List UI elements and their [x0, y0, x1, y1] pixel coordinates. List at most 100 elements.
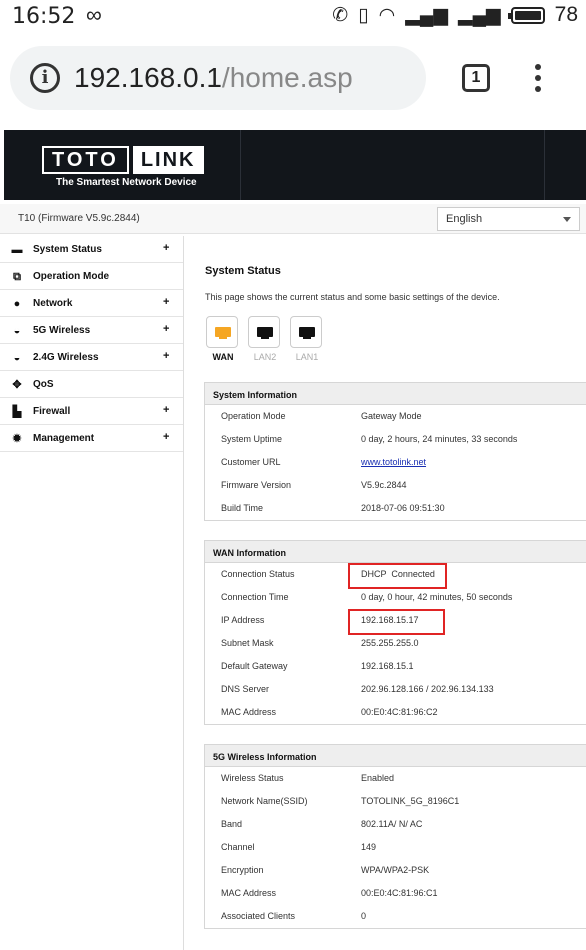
info-row: Customer URL www.totolink.net [205, 451, 586, 474]
info-row: Associated Clients 0 [205, 905, 586, 928]
main-content: System Status This page shows the curren… [186, 236, 586, 950]
info-key: Connection Status [221, 569, 295, 579]
url-path: /home.asp [221, 62, 353, 93]
url-host: 192.168.0.1 [74, 62, 222, 93]
page-title: System Status [205, 265, 281, 277]
wireless-5g-information-panel: 5G Wireless Information Wireless Status E… [204, 744, 586, 929]
port-lan1: LAN1 [290, 316, 324, 362]
info-row: DNS Server 202.96.128.166 / 202.96.134.13… [205, 678, 586, 701]
header-divider [240, 130, 241, 200]
url-text[interactable]: 192.168.0.1/home.asp [74, 62, 353, 94]
highlight-box-ip-address [348, 609, 445, 635]
info-row: Channel 149 [205, 836, 586, 859]
language-selected: English [446, 213, 483, 225]
info-value: 0 [361, 911, 367, 921]
expand-icon[interactable]: + [163, 404, 169, 416]
expand-icon[interactable]: + [163, 350, 169, 362]
port-status-row: WAN LAN2 LAN1 [206, 316, 324, 362]
info-value: 202.96.128.166 / 202.96.134.133 [361, 684, 494, 694]
info-row: Network Name(SSID) TOTOLINK_5G_8196C1 [205, 790, 586, 813]
info-key: Default Gateway [221, 661, 288, 671]
info-row: Encryption WPA/WPA2-PSK [205, 859, 586, 882]
info-key: MAC Address [221, 707, 277, 717]
info-key: Firmware Version [221, 480, 292, 490]
globe-icon: ● [13, 298, 21, 310]
sidebar-item-label: QoS [33, 379, 54, 390]
clock: 16:52 [12, 4, 76, 29]
panel-title: WAN Information [205, 541, 586, 563]
info-value: 0 day, 2 hours, 24 minutes, 33 seconds [361, 434, 518, 444]
port-wan: WAN [206, 316, 240, 362]
info-row: System Uptime 0 day, 2 hours, 24 minutes,… [205, 428, 586, 451]
info-key: Subnet Mask [221, 638, 274, 648]
port-label: LAN1 [295, 352, 319, 362]
ethernet-port-icon [290, 316, 322, 348]
info-key: Connection Time [221, 592, 289, 602]
port-lan2: LAN2 [248, 316, 282, 362]
sidebar-item-2g-wireless[interactable]: ◒ 2.4G Wireless + [0, 344, 183, 371]
battery-icon [507, 6, 545, 24]
highlight-box-connection-status [348, 563, 447, 589]
info-key: Channel [221, 842, 255, 852]
totolink-logo: TOTO LINK The Smartest Network Device [42, 146, 204, 188]
panel-title: System Information [205, 383, 586, 405]
port-label: WAN [212, 352, 234, 362]
sidebar-item-firewall[interactable]: ▙ Firewall + [0, 398, 183, 425]
info-key: Wireless Status [221, 773, 284, 783]
info-value: V5.9c.2844 [361, 480, 407, 490]
sidebar-item-system-status[interactable]: ▬ System Status + [0, 236, 183, 263]
infinity-icon: ∞ [86, 2, 102, 27]
sidebar-item-label: Management [33, 433, 95, 444]
info-key: Build Time [221, 503, 264, 513]
sidebar-item-management[interactable]: ✹ Management + [0, 425, 183, 452]
port-label: LAN2 [253, 352, 277, 362]
sidebar-item-label: 5G Wireless [33, 325, 91, 336]
info-value: 00:E0:4C:81:96:C2 [361, 707, 438, 717]
sidebar-item-operation-mode[interactable]: ⧉ Operation Mode [0, 263, 183, 290]
status-icons: ✆ ▯ ◠ ▂▄▆ ▂▄▆ 78 [332, 3, 578, 27]
expand-icon[interactable]: + [163, 242, 169, 254]
sidebar-item-label: 2.4G Wireless [33, 352, 99, 363]
android-status-bar: 16:52 ∞ ✆ ▯ ◠ ▂▄▆ ▂▄▆ 78 [0, 0, 586, 36]
vibrate-icon: ▯ [358, 4, 369, 26]
sidebar-item-network[interactable]: ● Network + [0, 290, 183, 317]
logo-toto: TOTO [42, 146, 129, 174]
info-key: Operation Mode [221, 411, 286, 421]
signal-strength-icon: ▂▄▆ [405, 4, 448, 26]
expand-icon[interactable]: + [163, 323, 169, 335]
info-key: MAC Address [221, 888, 277, 898]
info-key: Encryption [221, 865, 264, 875]
info-value: 192.168.15.1 [361, 661, 414, 671]
router-header: TOTO LINK The Smartest Network Device [0, 124, 586, 204]
panel-title: 5G Wireless Information [205, 745, 586, 767]
customer-url-link[interactable]: www.totolink.net [361, 457, 426, 467]
info-key: IP Address [221, 615, 265, 625]
tab-switcher-button[interactable]: 1 [462, 64, 490, 92]
battery-level: 78 [554, 3, 578, 26]
chat-icon: ▬ [11, 244, 23, 256]
info-row: Firmware Version V5.9c.2844 [205, 474, 586, 497]
address-bar[interactable]: i 192.168.0.1/home.asp [10, 46, 426, 110]
info-key: Band [221, 819, 243, 829]
info-key: System Uptime [221, 434, 283, 444]
info-row: Operation Mode Gateway Mode [205, 405, 586, 428]
info-icon[interactable]: i [30, 63, 60, 93]
language-select[interactable]: English [437, 207, 580, 231]
info-value: 149 [361, 842, 377, 852]
info-row: Default Gateway 192.168.15.1 [205, 655, 586, 678]
info-value: 0 day, 0 hour, 42 minutes, 50 seconds [361, 592, 513, 602]
ethernet-port-icon [248, 316, 280, 348]
browser-toolbar: i 192.168.0.1/home.asp 1 [0, 36, 586, 124]
signal-4g-icon: ▂▄▆ [457, 4, 501, 26]
info-row: MAC Address 00:E0:4C:81:96:C1 [205, 882, 586, 905]
overflow-menu-icon[interactable] [528, 64, 548, 98]
sidebar-item-qos[interactable]: ✥ QoS [0, 371, 183, 398]
expand-icon[interactable]: + [163, 431, 169, 443]
chevron-down-icon [563, 217, 571, 222]
gear-icon: ✹ [12, 433, 22, 445]
info-value: TOTOLINK_5G_8196C1 [361, 796, 460, 806]
system-information-panel: System Information Operation Mode Gateway… [204, 382, 586, 521]
sidebar-item-5g-wireless[interactable]: ◒ 5G Wireless + [0, 317, 183, 344]
expand-icon[interactable]: + [163, 296, 169, 308]
info-row: Build Time 2018-07-06 09:51:30 [205, 497, 586, 520]
